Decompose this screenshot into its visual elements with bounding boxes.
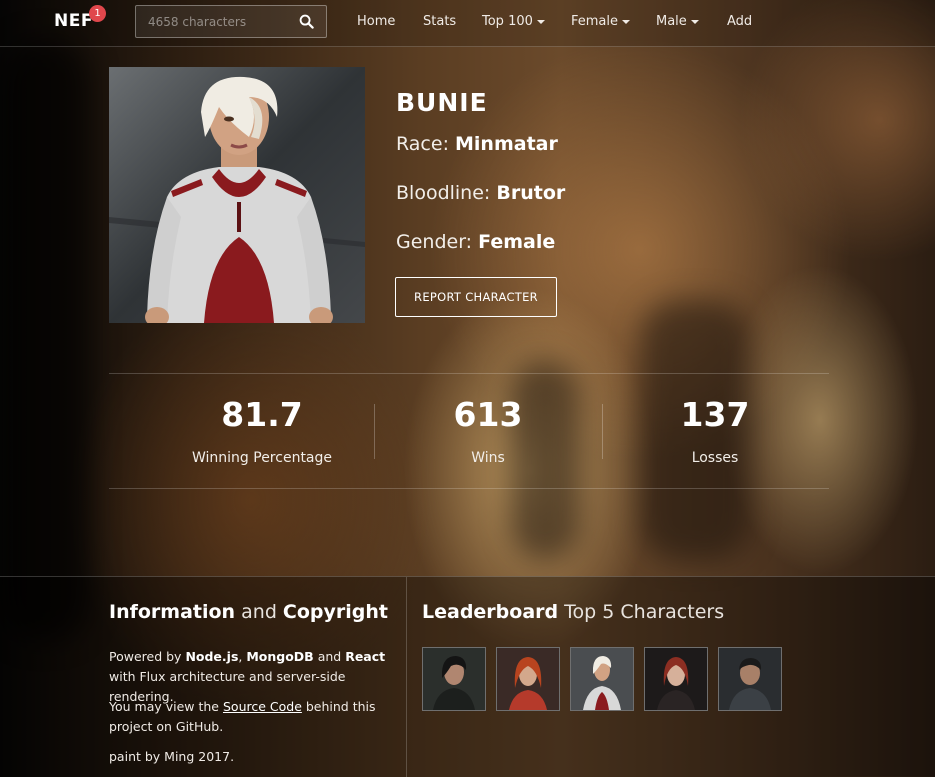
text-fragment: Powered by (109, 649, 186, 664)
leaderboard-thumbnail[interactable] (570, 647, 634, 711)
notification-badge[interactable]: 1 (89, 5, 106, 22)
nav-female-dropdown[interactable]: Female (571, 14, 631, 29)
mongodb-label: MongoDB (246, 649, 314, 664)
stats-separator (602, 404, 603, 459)
search-box (135, 5, 327, 38)
nav-top100-dropdown[interactable]: Top 100 (482, 14, 545, 29)
leaderboard-thumbnail[interactable] (496, 647, 560, 711)
react-label: React (345, 649, 386, 664)
losses-label: Losses (691, 450, 739, 466)
nav-add[interactable]: Add (727, 14, 752, 29)
gender-label: Gender: (396, 231, 479, 253)
paint-credit-text: paint by Ming 2017. (109, 749, 235, 764)
info-heading-and: and (235, 601, 283, 623)
source-code-link[interactable]: Source Code (223, 699, 302, 714)
wins-label: Wins (471, 450, 505, 466)
nav-female-label: Female (571, 14, 619, 29)
bloodline-row: Bloodline: Brutor (396, 182, 565, 204)
info-heading-strong-2: Copyright (282, 601, 388, 623)
character-avatar-icon (423, 648, 485, 710)
wins-value: 613 (453, 395, 523, 434)
race-row: Race: Minmatar (396, 133, 558, 155)
bloodline-value: Brutor (496, 182, 566, 204)
losses-value: 137 (680, 395, 750, 434)
search-input[interactable] (136, 6, 298, 37)
leaderboard-heading: Leaderboard Top 5 Characters (422, 601, 724, 623)
winning-percentage-label: Winning Percentage (191, 450, 333, 466)
footer: Information and Copyright Powered by Nod… (0, 576, 935, 777)
leaderboard-heading-sub: Top 5 Characters (558, 601, 725, 623)
character-portrait (109, 67, 365, 323)
background-shadow (0, 40, 90, 640)
character-avatar-icon (497, 648, 559, 710)
leaderboard-thumbnail[interactable] (644, 647, 708, 711)
stats-bottom-divider (109, 488, 829, 489)
info-heading: Information and Copyright (109, 601, 388, 623)
character-name: BUNIE (396, 88, 488, 117)
nav-male-label: Male (656, 14, 687, 29)
leaderboard-thumbnail[interactable] (718, 647, 782, 711)
caret-down-icon (690, 19, 699, 24)
text-fragment: You may view the (109, 699, 223, 714)
stats-top-divider (109, 373, 829, 374)
nav-male-dropdown[interactable]: Male (656, 14, 699, 29)
leaderboard-thumbnail[interactable] (422, 647, 486, 711)
search-icon[interactable] (299, 14, 314, 29)
gender-row: Gender: Female (396, 231, 555, 253)
character-avatar-icon (645, 648, 707, 710)
report-character-button[interactable]: REPORT CHARACTER (395, 277, 557, 317)
caret-down-icon (622, 19, 631, 24)
leaderboard-heading-strong: Leaderboard (422, 601, 559, 623)
stats-separator (374, 404, 375, 459)
caret-down-icon (536, 19, 545, 24)
nav-stats[interactable]: Stats (423, 14, 456, 29)
gender-value: Female (478, 231, 556, 253)
race-value: Minmatar (455, 133, 558, 155)
character-avatar-icon (571, 648, 633, 710)
character-avatar-icon (719, 648, 781, 710)
text-fragment: and (313, 649, 346, 664)
nav-top100-label: Top 100 (482, 14, 533, 29)
source-code-text: You may view the Source Code behind this… (109, 697, 399, 737)
nodejs-label: Node.js (185, 649, 239, 664)
bloodline-label: Bloodline: (396, 182, 497, 204)
brand-logo[interactable]: NEF (54, 11, 93, 31)
nav-home[interactable]: Home (357, 14, 395, 29)
footer-column-divider (406, 577, 407, 777)
top-navbar: NEF 1 Home Stats Top 100 Female Male Add (0, 0, 935, 47)
race-label: Race: (396, 133, 456, 155)
info-heading-strong: Information (109, 601, 236, 623)
winning-percentage-value: 81.7 (221, 395, 303, 434)
